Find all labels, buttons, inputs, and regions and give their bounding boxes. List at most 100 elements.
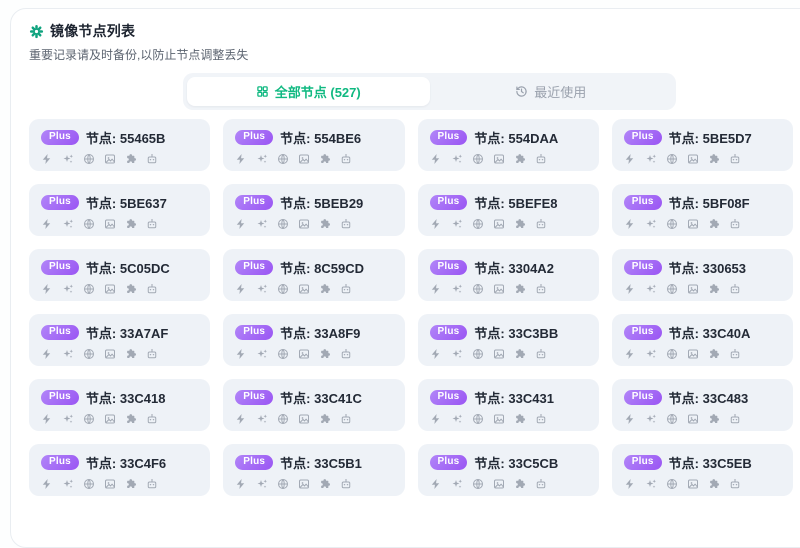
sparkles-icon [62, 478, 74, 490]
node-prefix: 节点: [86, 196, 116, 211]
capability-icon-row [41, 348, 198, 360]
plus-badge: Plus [624, 325, 662, 340]
bolt-icon [430, 348, 442, 360]
node-card[interactable]: Plus 节点: 33C5B1 [223, 444, 404, 496]
node-card[interactable]: Plus 节点: 33C431 [418, 379, 599, 431]
node-card[interactable]: Plus 节点: 5C05DC [29, 249, 210, 301]
node-label: 节点: 33A7AF [86, 323, 168, 342]
node-card[interactable]: Plus 节点: 8C59CD [223, 249, 404, 301]
tab-recently-used[interactable]: 最近使用 [430, 77, 673, 106]
node-card[interactable]: Plus 节点: 5BEB29 [223, 184, 404, 236]
node-card[interactable]: Plus 节点: 33A7AF [29, 314, 210, 366]
capability-icon-row [430, 153, 587, 165]
node-card[interactable]: Plus 节点: 33C5EB [612, 444, 793, 496]
plus-badge: Plus [235, 260, 273, 275]
capability-icon-row [235, 413, 392, 425]
bolt-icon [235, 413, 247, 425]
node-card-header: Plus 节点: 33C3BB [430, 323, 587, 342]
capability-icon-row [235, 478, 392, 490]
sparkles-icon [256, 283, 268, 295]
node-card[interactable]: Plus 节点: 33C4F6 [29, 444, 210, 496]
node-card[interactable]: Plus 节点: 33C483 [612, 379, 793, 431]
plus-badge: Plus [624, 130, 662, 145]
node-card[interactable]: Plus 节点: 3304A2 [418, 249, 599, 301]
image-icon [687, 283, 699, 295]
puzzle-icon [514, 283, 526, 295]
puzzle-icon [708, 413, 720, 425]
node-card[interactable]: Plus 节点: 5BEFE8 [418, 184, 599, 236]
node-prefix: 节点: [669, 456, 699, 471]
node-prefix: 节点: [280, 261, 310, 276]
plus-badge: Plus [235, 325, 273, 340]
robot-icon [729, 348, 741, 360]
node-label: 节点: 33C4F6 [86, 453, 166, 472]
robot-icon [340, 153, 352, 165]
node-card[interactable]: Plus 节点: 33C41C [223, 379, 404, 431]
plus-badge: Plus [41, 455, 79, 470]
tab-all-nodes[interactable]: 全部节点 (527) [187, 77, 430, 106]
node-card[interactable]: Plus 节点: 33C40A [612, 314, 793, 366]
globe-icon [472, 218, 484, 230]
robot-icon [535, 218, 547, 230]
node-card-header: Plus 节点: 33C5CB [430, 453, 587, 472]
node-card-header: Plus 节点: 5BEB29 [235, 193, 392, 212]
robot-icon [535, 348, 547, 360]
plus-badge: Plus [41, 260, 79, 275]
bolt-icon [624, 348, 636, 360]
capability-icon-row [235, 153, 392, 165]
node-card[interactable]: Plus 节点: 33C5CB [418, 444, 599, 496]
bolt-icon [624, 283, 636, 295]
node-card[interactable]: Plus 节点: 33A8F9 [223, 314, 404, 366]
node-card[interactable]: Plus 节点: 330653 [612, 249, 793, 301]
node-code: 330653 [703, 261, 746, 276]
globe-icon [277, 218, 289, 230]
node-prefix: 节点: [669, 326, 699, 341]
sparkles-icon [451, 153, 463, 165]
bolt-icon [624, 153, 636, 165]
globe-icon [277, 478, 289, 490]
node-card[interactable]: Plus 节点: 5BE637 [29, 184, 210, 236]
node-label: 节点: 8C59CD [280, 258, 364, 277]
globe-icon [666, 413, 678, 425]
sparkles-icon [451, 348, 463, 360]
node-card[interactable]: Plus 节点: 55465B [29, 119, 210, 171]
node-code: 5BE5D7 [703, 131, 752, 146]
node-card-header: Plus 节点: 5BE5D7 [624, 128, 781, 147]
node-card[interactable]: Plus 节点: 5BF08F [612, 184, 793, 236]
node-prefix: 节点: [474, 456, 504, 471]
node-code: 8C59CD [314, 261, 364, 276]
node-card[interactable]: Plus 节点: 554BE6 [223, 119, 404, 171]
image-icon [687, 413, 699, 425]
bolt-icon [624, 478, 636, 490]
node-card[interactable]: Plus 节点: 5BE5D7 [612, 119, 793, 171]
node-prefix: 节点: [86, 391, 116, 406]
sparkles-icon [62, 153, 74, 165]
node-card-header: Plus 节点: 5BEFE8 [430, 193, 587, 212]
node-prefix: 节点: [86, 326, 116, 341]
node-code: 33C418 [120, 391, 166, 406]
plus-badge: Plus [235, 455, 273, 470]
capability-icon-row [624, 153, 781, 165]
node-label: 节点: 5BEB29 [280, 193, 363, 212]
node-label: 节点: 3304A2 [474, 258, 554, 277]
node-prefix: 节点: [669, 196, 699, 211]
node-label: 节点: 554DAA [474, 128, 558, 147]
node-prefix: 节点: [474, 326, 504, 341]
node-label: 节点: 330653 [669, 258, 746, 277]
node-card-header: Plus 节点: 33C418 [41, 388, 198, 407]
puzzle-icon [319, 478, 331, 490]
globe-icon [83, 218, 95, 230]
node-label: 节点: 5BF08F [669, 193, 750, 212]
robot-icon [535, 283, 547, 295]
globe-icon [666, 348, 678, 360]
node-card[interactable]: Plus 节点: 33C418 [29, 379, 210, 431]
node-code: 5BF08F [703, 196, 750, 211]
node-card[interactable]: Plus 节点: 33C3BB [418, 314, 599, 366]
bolt-icon [41, 413, 53, 425]
node-prefix: 节点: [280, 326, 310, 341]
puzzle-icon [319, 218, 331, 230]
sparkles-icon [62, 218, 74, 230]
node-card[interactable]: Plus 节点: 554DAA [418, 119, 599, 171]
plus-badge: Plus [624, 455, 662, 470]
node-label: 节点: 33C5EB [669, 453, 752, 472]
